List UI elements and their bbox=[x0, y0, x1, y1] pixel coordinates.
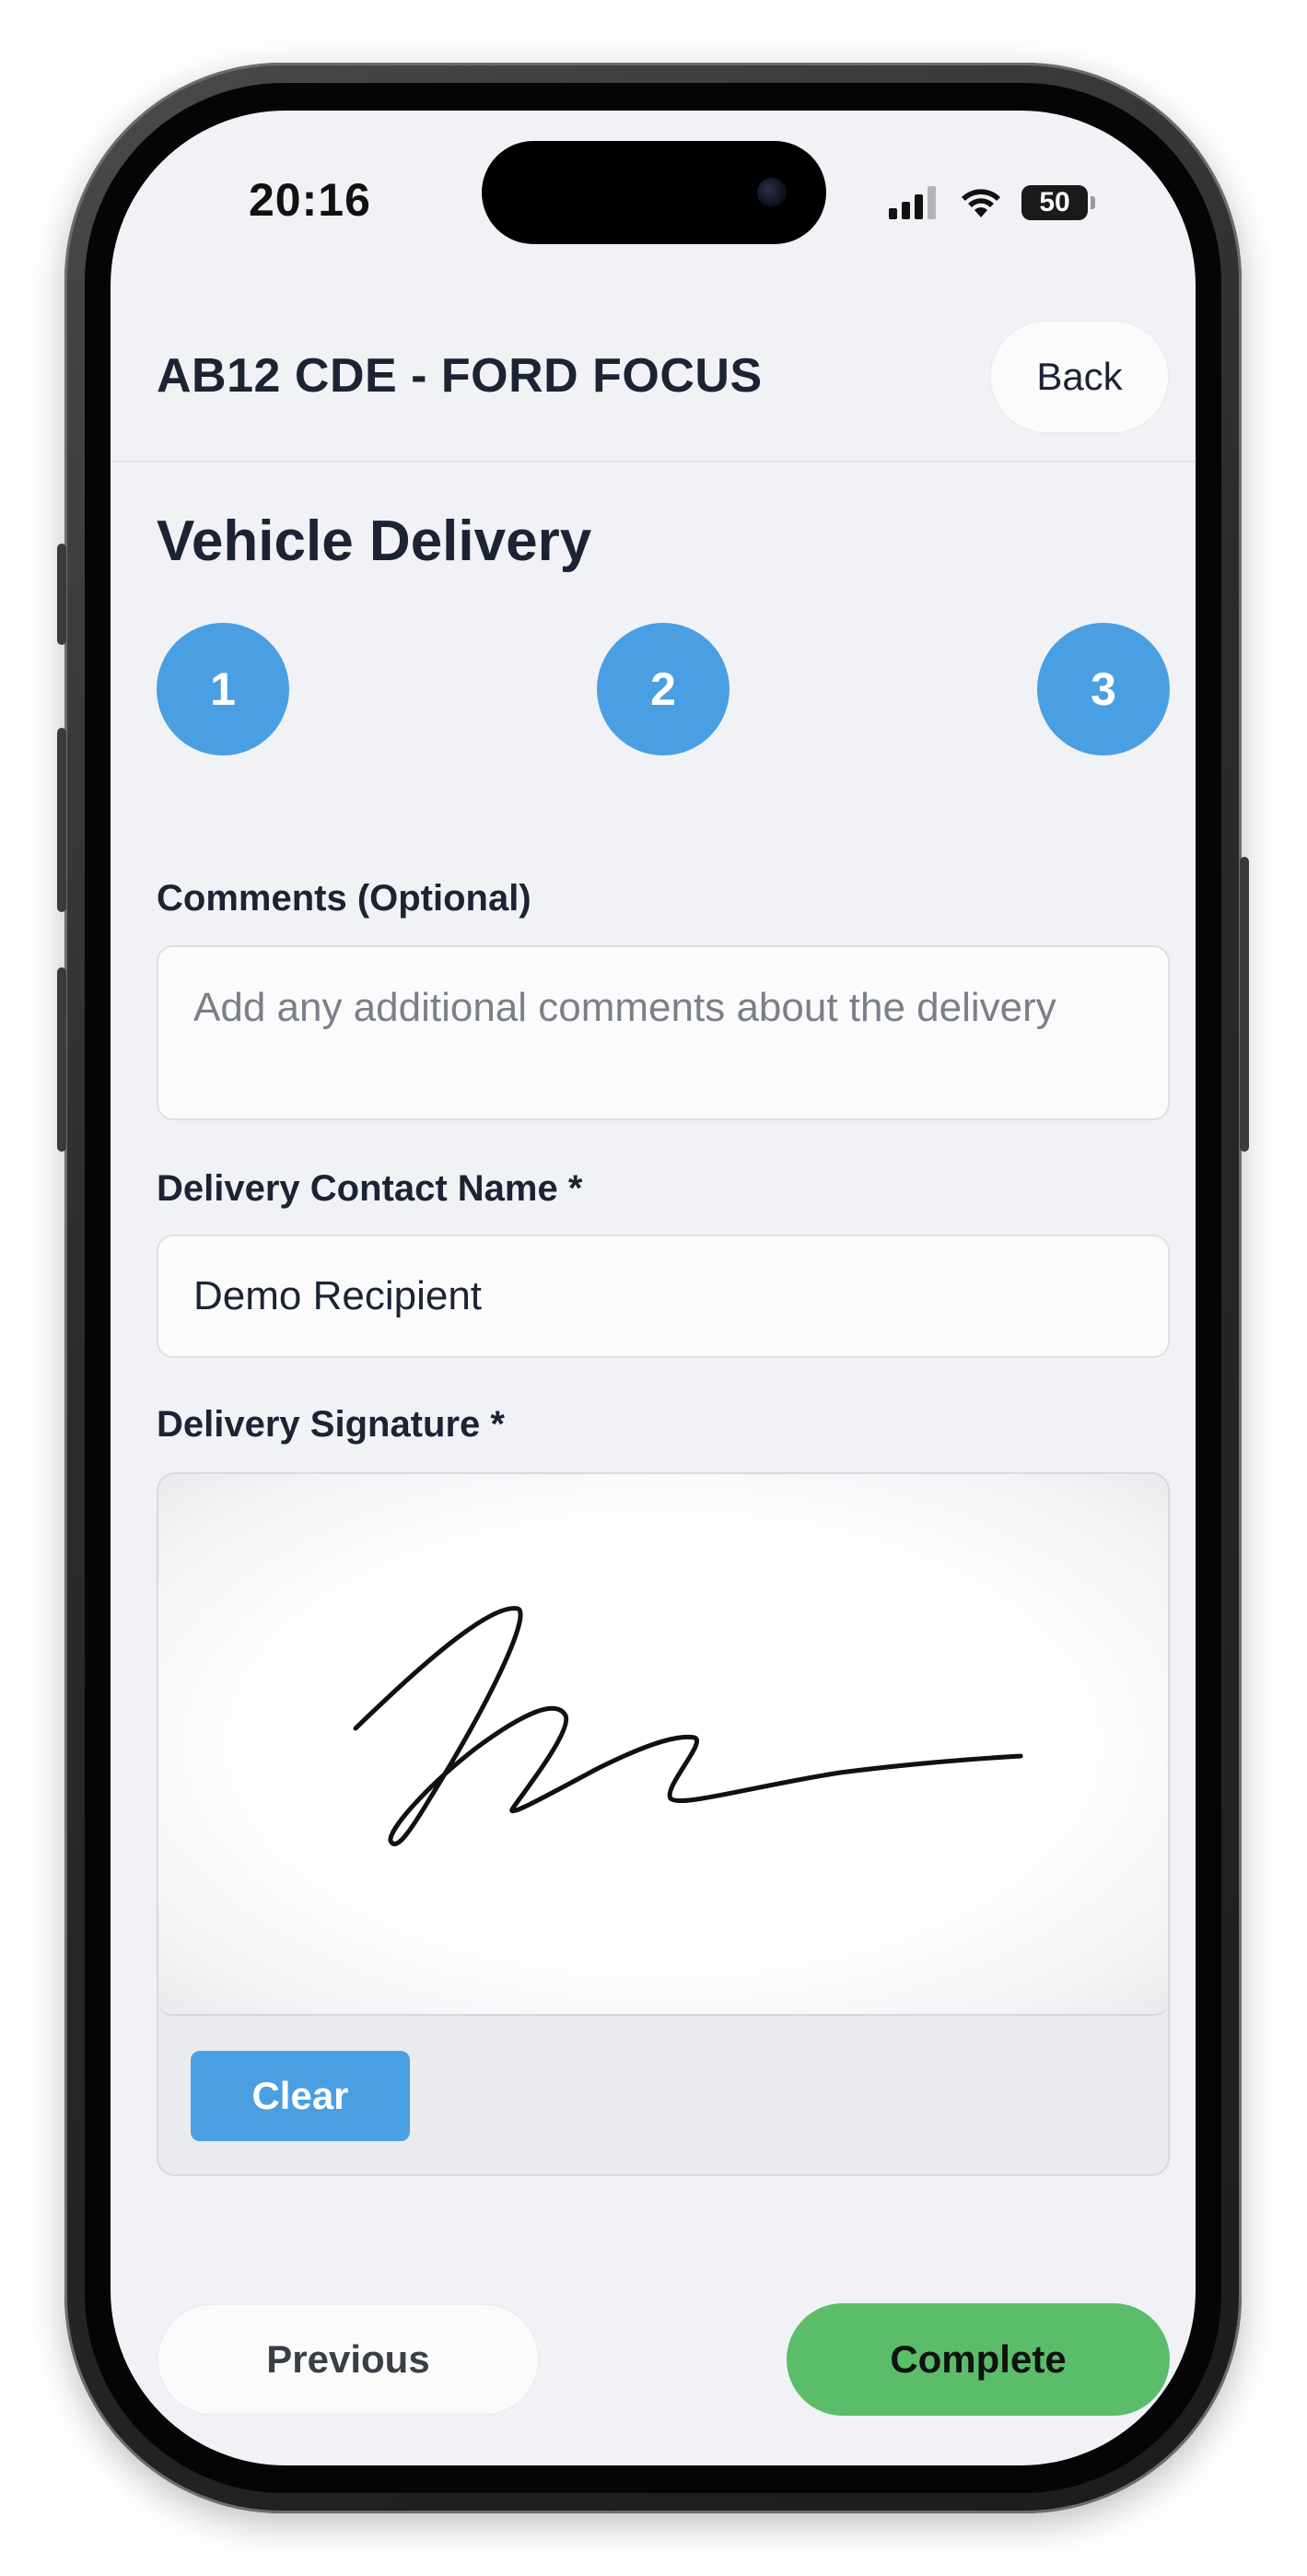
battery-level: 50 bbox=[1039, 187, 1070, 217]
action-button bbox=[57, 544, 66, 645]
step-3[interactable]: 3 bbox=[1037, 623, 1170, 755]
vehicle-title: AB12 CDE - FORD FOCUS bbox=[157, 349, 763, 403]
step-1[interactable]: 1 bbox=[157, 623, 289, 755]
volume-up-button bbox=[57, 728, 66, 912]
back-button[interactable]: Back bbox=[989, 320, 1170, 434]
page-title: Vehicle Delivery bbox=[157, 509, 592, 573]
clear-signature-button[interactable]: Clear bbox=[191, 2051, 410, 2141]
complete-button[interactable]: Complete bbox=[787, 2303, 1170, 2416]
comments-label: Comments (Optional) bbox=[157, 878, 531, 919]
battery-icon: 50 bbox=[1021, 185, 1095, 220]
signature-stroke bbox=[353, 1606, 1023, 1846]
contact-name-label: Delivery Contact Name * bbox=[157, 1168, 583, 1209]
power-button bbox=[1240, 857, 1249, 1152]
previous-button[interactable]: Previous bbox=[157, 2303, 540, 2416]
contact-name-field[interactable] bbox=[157, 1235, 1170, 1358]
status-icons: 50 bbox=[889, 182, 1095, 223]
status-time: 20:16 bbox=[249, 174, 371, 226]
signature-label: Delivery Signature * bbox=[157, 1404, 505, 1445]
signature-pad[interactable] bbox=[158, 1474, 1168, 2016]
comments-field[interactable] bbox=[157, 945, 1170, 1120]
volume-down-button bbox=[57, 967, 66, 1152]
front-camera-icon bbox=[757, 178, 787, 207]
step-2[interactable]: 2 bbox=[597, 623, 729, 755]
wifi-icon bbox=[962, 189, 1000, 217]
cellular-signal-icon bbox=[889, 186, 936, 219]
